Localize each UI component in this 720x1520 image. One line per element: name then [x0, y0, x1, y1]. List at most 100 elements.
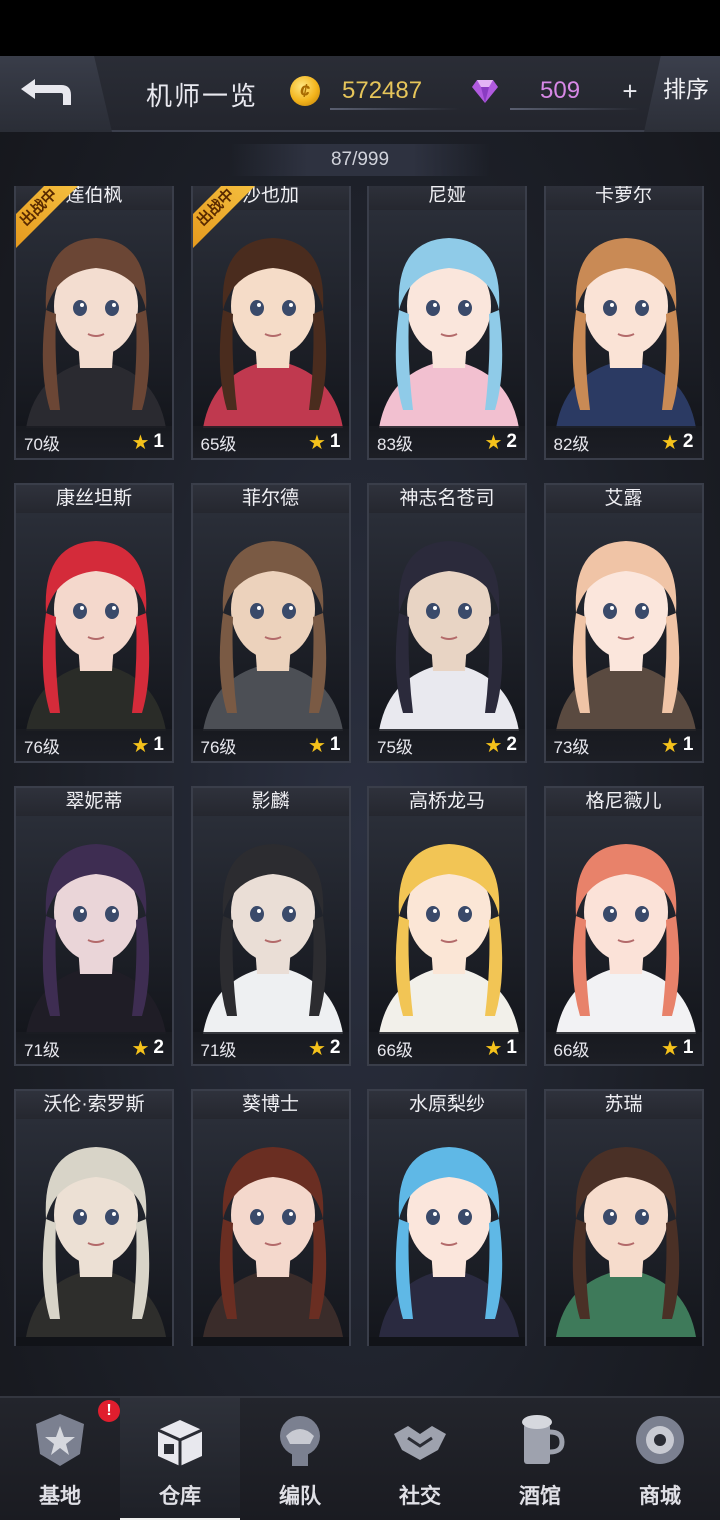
gold-coin-icon: ¢	[290, 76, 320, 106]
nav-label: 酒馆	[519, 1485, 561, 1508]
pilot-portrait	[192, 1119, 349, 1337]
star-icon: ★	[484, 431, 503, 454]
gem-underline	[510, 108, 640, 110]
star-count: 2	[153, 1037, 164, 1058]
pilot-card[interactable]: 苏瑞	[543, 1089, 704, 1346]
pilot-portrait	[545, 1119, 702, 1337]
pilot-portrait	[192, 816, 349, 1034]
pilot-star-rank: ★ 1	[308, 733, 341, 758]
star-count: 2	[329, 1037, 341, 1058]
page-title: 机师一览	[146, 81, 259, 111]
alert-badge: !	[98, 1400, 120, 1422]
star-icon: ★	[660, 431, 679, 454]
pilot-name: 葵博士	[192, 1091, 349, 1119]
pilot-name: 沃伦·索罗斯	[16, 1091, 172, 1119]
pilot-card-footer: 76级 ★ 1	[16, 729, 172, 761]
pilot-count: 87/999	[330, 149, 390, 170]
pilot-name: 水原梨纱	[369, 1091, 525, 1119]
nav-item-warehouse[interactable]: 仓库	[120, 1398, 240, 1520]
bottom-nav: 基地! 仓库 编队 社交 酒馆 商城	[0, 1396, 720, 1520]
pilot-portrait	[16, 816, 172, 1034]
nav-label: 社交	[399, 1485, 441, 1508]
star-count: 1	[506, 1037, 517, 1058]
pilot-name: 影麟	[192, 788, 349, 816]
pilot-name: 菲尔德	[192, 485, 349, 513]
pilot-level: 76级	[24, 737, 60, 757]
pilot-name: 卡萝尔	[545, 186, 702, 210]
pilot-card-footer: 71级 ★ 2	[192, 1032, 349, 1064]
pilot-card-footer: 71级 ★ 2	[16, 1032, 172, 1064]
pilot-card-footer: 66级 ★ 1	[369, 1032, 525, 1064]
pilot-name: 艾露	[545, 485, 702, 513]
pilot-star-rank: ★ 1	[661, 1036, 694, 1061]
add-gems-button[interactable]: +	[618, 78, 642, 104]
star-icon: ★	[307, 1037, 326, 1060]
pilot-card[interactable]: 格尼薇儿 66级 ★ 1	[543, 786, 704, 1066]
formation-icon	[270, 1410, 330, 1470]
pilot-star-rank: ★ 2	[308, 1036, 341, 1061]
pilot-card-footer: 83级 ★ 2	[369, 426, 525, 458]
pilot-star-rank: ★ 1	[484, 1036, 517, 1061]
star-count: 1	[329, 431, 341, 452]
pilot-portrait	[369, 1119, 525, 1337]
pilot-card-footer: 76级 ★ 1	[192, 729, 349, 761]
nav-item-formation[interactable]: 编队	[240, 1398, 360, 1520]
pilot-name: 尼娅	[369, 186, 525, 210]
pilot-card[interactable]: 卡萝尔 82级 ★ 2	[543, 186, 704, 460]
pilot-star-rank: ★ 2	[484, 733, 517, 758]
pilot-card[interactable]: 尼娅 83级 ★ 2	[367, 186, 527, 460]
shop-icon	[630, 1410, 690, 1470]
nav-label: 仓库	[159, 1485, 201, 1508]
pilot-card[interactable]: 沃伦·索罗斯	[14, 1089, 174, 1346]
pilot-level: 76级	[200, 737, 237, 757]
star-icon: ★	[131, 734, 150, 757]
pilot-card[interactable]: 高桥龙马 66级 ★ 1	[367, 786, 527, 1066]
star-icon: ★	[307, 734, 326, 757]
warehouse-icon	[150, 1410, 210, 1470]
star-icon: ★	[484, 1037, 503, 1060]
pilot-card-footer: 66级 ★ 1	[545, 1032, 702, 1064]
gem-counter: 509	[470, 74, 640, 110]
pilot-star-rank: ★ 2	[484, 430, 517, 455]
pilot-card[interactable]: 翠妮蒂 71级 ★ 2	[14, 786, 174, 1066]
pilot-star-rank: ★ 1	[308, 430, 341, 455]
star-count: 1	[682, 1037, 694, 1058]
status-bar	[0, 0, 720, 56]
pilot-portrait	[192, 513, 349, 731]
pilot-portrait	[369, 210, 525, 428]
pilot-level: 75级	[377, 737, 413, 757]
pilot-level: 71级	[200, 1040, 237, 1060]
star-count: 1	[153, 431, 164, 452]
nav-item-tavern[interactable]: 酒馆	[480, 1398, 600, 1520]
gem-amount: 509	[540, 77, 581, 104]
pilot-grid: 莲伯枫 出战中 70级 ★ 1 沙也加 出战中 65级 ★ 1 尼娅 83级 ★ 2 卡萝尔 82级 ★ 2 康丝坦…	[14, 186, 710, 1346]
pilot-card[interactable]: 葵博士	[190, 1089, 351, 1346]
pilot-card[interactable]: 影麟 71级 ★ 2	[190, 786, 351, 1066]
pilot-card[interactable]: 莲伯枫 出战中 70级 ★ 1	[14, 186, 174, 460]
pilot-star-rank: ★ 2	[661, 430, 694, 455]
pilot-level: 71级	[24, 1040, 60, 1060]
nav-item-social[interactable]: 社交	[360, 1398, 480, 1520]
pilot-card-footer: 75级 ★ 2	[369, 729, 525, 761]
sort-button[interactable]: 排序	[644, 56, 720, 132]
pilot-card[interactable]: 神志名苍司 75级 ★ 2	[367, 483, 527, 763]
pilot-name: 神志名苍司	[369, 485, 525, 513]
pilot-level: 82级	[553, 434, 590, 454]
pilot-star-rank: ★ 1	[131, 430, 164, 455]
pilot-card-footer: 82级 ★ 2	[545, 426, 702, 458]
pilot-card-footer: 73级 ★ 1	[545, 729, 702, 761]
nav-item-shop[interactable]: 商城	[600, 1398, 720, 1520]
pilot-portrait	[16, 1119, 172, 1337]
pilot-card[interactable]: 康丝坦斯 76级 ★ 1	[14, 483, 174, 763]
pilot-card-footer: 65级 ★ 1	[192, 426, 349, 458]
pilot-card[interactable]: 沙也加 出战中 65级 ★ 1	[190, 186, 351, 460]
nav-item-base[interactable]: 基地!	[0, 1398, 120, 1520]
pilot-level: 83级	[377, 434, 413, 454]
star-icon: ★	[131, 431, 150, 454]
pilot-card[interactable]: 菲尔德 76级 ★ 1	[190, 483, 351, 763]
pilot-card[interactable]: 水原梨纱	[367, 1089, 527, 1346]
pilot-card[interactable]: 艾露 73级 ★ 1	[543, 483, 704, 763]
pilot-portrait	[16, 210, 172, 428]
star-count: 1	[682, 734, 694, 755]
back-button[interactable]	[0, 56, 112, 132]
